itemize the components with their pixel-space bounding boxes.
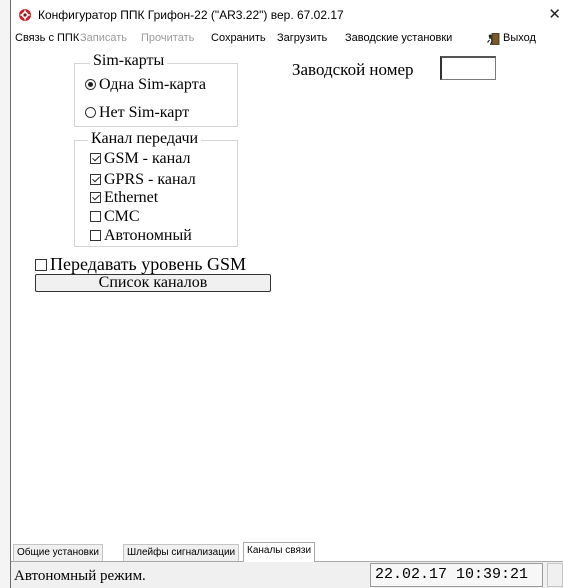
app-icon [19,9,31,21]
radio-no-sim-button[interactable] [85,107,96,118]
checkbox-sms-label: СМС [104,208,140,225]
menu-bar: Связь с ППК Записать Прочитать Сохранить… [11,30,563,48]
checkbox-sms-box[interactable] [90,211,101,222]
serial-number-input[interactable] [440,56,496,80]
menu-factory-settings[interactable]: Заводские установки [345,32,452,44]
menu-save[interactable]: Сохранить [211,32,266,44]
app-window: Конфигуратор ППК Грифон-22 ("AR3.22") ве… [11,0,563,588]
tab-communication-channels[interactable]: Каналы связи [243,542,316,562]
status-datetime: 22.02.17 10:39:21 [370,563,543,587]
tab-general-settings[interactable]: Общие установки [13,544,103,561]
checkbox-gsm-label: GSM - канал [104,150,191,167]
radio-no-sim-label: Нет Sim-карт [99,104,190,121]
checkbox-ethernet-label: Ethernet [104,189,159,206]
checkbox-autonomous-label: Автономный [104,227,192,244]
radio-one-sim[interactable]: Одна Sim-карта [85,76,206,94]
menu-read[interactable]: Прочитать [141,32,194,44]
radio-no-sim[interactable]: Нет Sim-карт [85,104,189,122]
close-icon[interactable]: ✕ [548,5,561,23]
status-bar: Автономный режим. 22.02.17 10:39:21 [11,562,563,588]
serial-number-label: Заводской номер [292,60,414,79]
checkbox-gsm-level-label: Передавать уровень GSM [50,254,246,274]
checkbox-ethernet-box[interactable] [90,192,101,203]
checkbox-gsm-channel[interactable]: GSM - канал [90,150,190,168]
checkbox-gsm-box[interactable] [90,153,101,164]
channel-group-title: Канал передачи [88,131,202,147]
status-mode: Автономный режим. [14,568,146,584]
checkbox-ethernet[interactable]: Ethernet [90,189,158,207]
tab-alarm-loops[interactable]: Шлейфы сигнализации [123,544,240,561]
checkbox-gsm-level-box[interactable] [35,259,47,271]
checkbox-gprs-box[interactable] [90,174,101,185]
checkbox-gprs-label: GPRS - канал [104,171,196,188]
radio-one-sim-button[interactable] [85,79,96,90]
sim-cards-title: Sim-карты [90,53,168,69]
window-title: Конфигуратор ППК Грифон-22 ("AR3.22") ве… [38,8,344,22]
menu-write[interactable]: Записать [80,32,127,44]
menu-connect[interactable]: Связь с ППК [15,32,79,44]
tab-bar: Общие установки Шлейфы сигнализации Кана… [11,542,563,562]
menu-exit[interactable]: Выход [503,32,536,44]
exit-icon [487,33,500,45]
radio-one-sim-label: Одна Sim-карта [99,76,206,93]
checkbox-gprs-channel[interactable]: GPRS - канал [90,171,196,189]
title-bar[interactable]: Конфигуратор ППК Грифон-22 ("AR3.22") ве… [11,0,563,30]
channel-list-button[interactable]: Список каналов [35,274,271,292]
checkbox-sms[interactable]: СМС [90,208,140,226]
menu-load[interactable]: Загрузить [277,32,327,44]
status-extra-panel [547,563,563,587]
checkbox-autonomous[interactable]: Автономный [90,227,192,245]
checkbox-gsm-level[interactable]: Передавать уровень GSM [35,254,246,274]
checkbox-autonomous-box[interactable] [90,230,101,241]
